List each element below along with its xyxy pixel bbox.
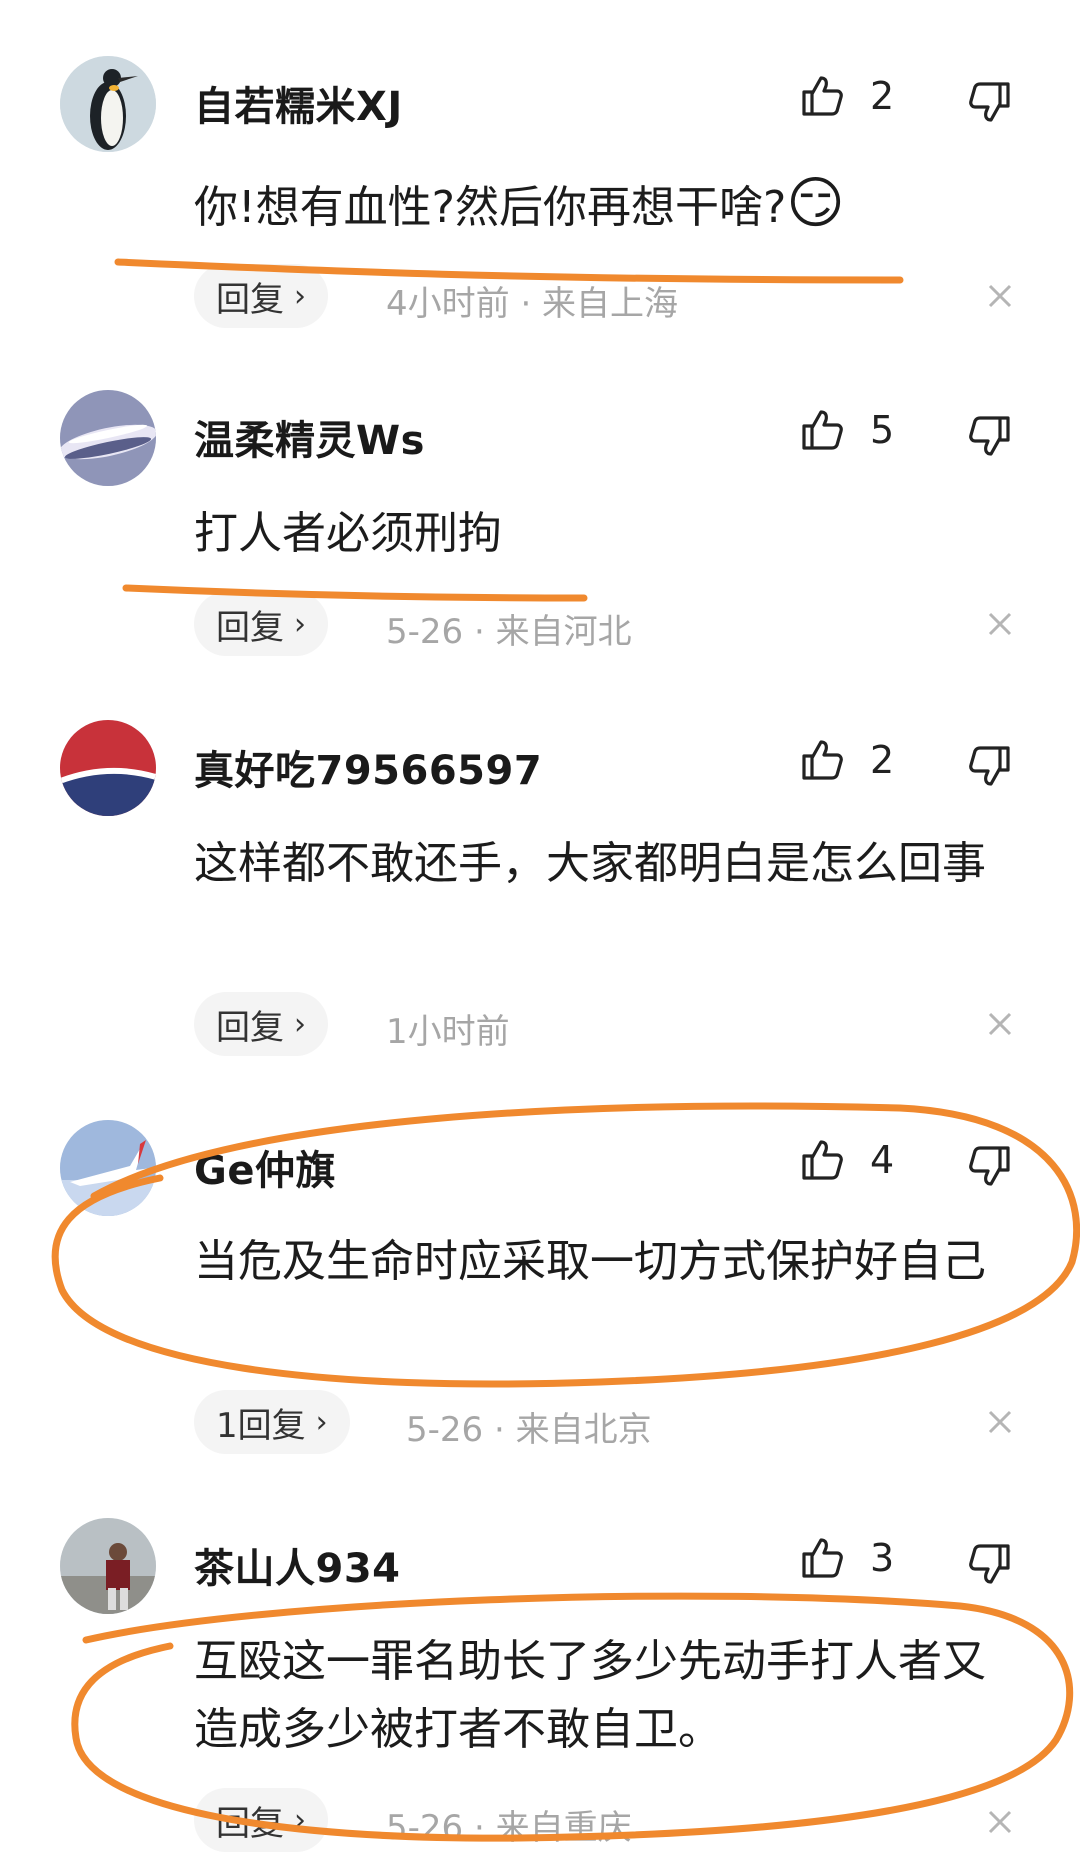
like-button[interactable]: 2 [800,738,894,782]
reply-button[interactable]: 回复 › [194,992,328,1056]
like-count: 4 [870,1138,895,1182]
comment-meta: 1小时前 [386,1012,510,1052]
comment-meta: 5-26 · 来自河北 [386,612,632,652]
thumbs-down-icon[interactable] [968,1542,1012,1586]
chevron-right-icon: › [294,278,306,314]
thumbs-down-icon[interactable] [968,744,1012,788]
reply-button[interactable]: 1回复 › [194,1390,350,1454]
thumbs-up-icon[interactable] [800,408,844,452]
thumbs-down-icon[interactable] [968,1144,1012,1188]
chevron-right-icon: › [315,1404,328,1440]
like-count: 5 [870,408,895,452]
close-icon[interactable] [984,280,1016,312]
avatar[interactable] [60,1120,156,1216]
underline-annotation [122,584,588,602]
like-count: 2 [870,74,895,118]
chevron-right-icon: › [294,1802,306,1838]
close-icon[interactable] [984,1008,1016,1040]
avatar[interactable] [60,390,156,486]
comment-meta: 5-26 · 来自北京 [406,1410,652,1450]
comment-meta: 4小时前 · 来自上海 [386,284,679,324]
avatar[interactable] [60,1518,156,1614]
smirk-emoji-icon: 😏 [786,171,845,236]
like-button[interactable]: 4 [800,1138,894,1182]
comment-text: 当危及生命时应采取一切方式保护好自己 [194,1236,986,1287]
comment-text: 你!想有血性?然后你再想干啥?😏 [194,171,845,236]
username[interactable]: 真好吃79566597 [194,738,542,796]
username[interactable]: Ge仲旗 [194,1138,336,1196]
like-count: 3 [870,1536,895,1580]
username[interactable]: 温柔精灵Ws [194,408,425,466]
like-button[interactable]: 2 [800,74,894,118]
reply-button[interactable]: 回复 › [194,264,328,328]
comment-text: 打人者必须刑拘 [194,508,502,559]
close-icon[interactable] [984,1406,1016,1438]
like-count: 2 [870,738,895,782]
thumbs-up-icon[interactable] [800,738,844,782]
chevron-right-icon: › [294,606,306,642]
thumbs-up-icon[interactable] [800,1138,844,1182]
comment-meta: 5-26 · 来自重庆 [386,1808,632,1848]
comment-text: 这样都不敢还手，大家都明白是怎么回事 [194,838,986,889]
close-icon[interactable] [984,1806,1016,1838]
avatar[interactable] [60,56,156,152]
thumbs-up-icon[interactable] [800,74,844,118]
thumbs-up-icon[interactable] [800,1536,844,1580]
reply-button[interactable]: 回复 › [194,1788,328,1852]
close-icon[interactable] [984,608,1016,640]
like-button[interactable]: 3 [800,1536,894,1580]
reply-button[interactable]: 回复 › [194,592,328,656]
like-button[interactable]: 5 [800,408,894,452]
username[interactable]: 茶山人934 [194,1536,401,1594]
comment-text: 互殴这一罪名助长了多少先动手打人者又造成多少被打者不敢自卫。 [194,1636,986,1755]
avatar[interactable] [60,720,156,816]
chevron-right-icon: › [294,1006,306,1042]
thumbs-down-icon[interactable] [968,414,1012,458]
username[interactable]: 自若糯米XJ [194,74,403,132]
thumbs-down-icon[interactable] [968,80,1012,124]
